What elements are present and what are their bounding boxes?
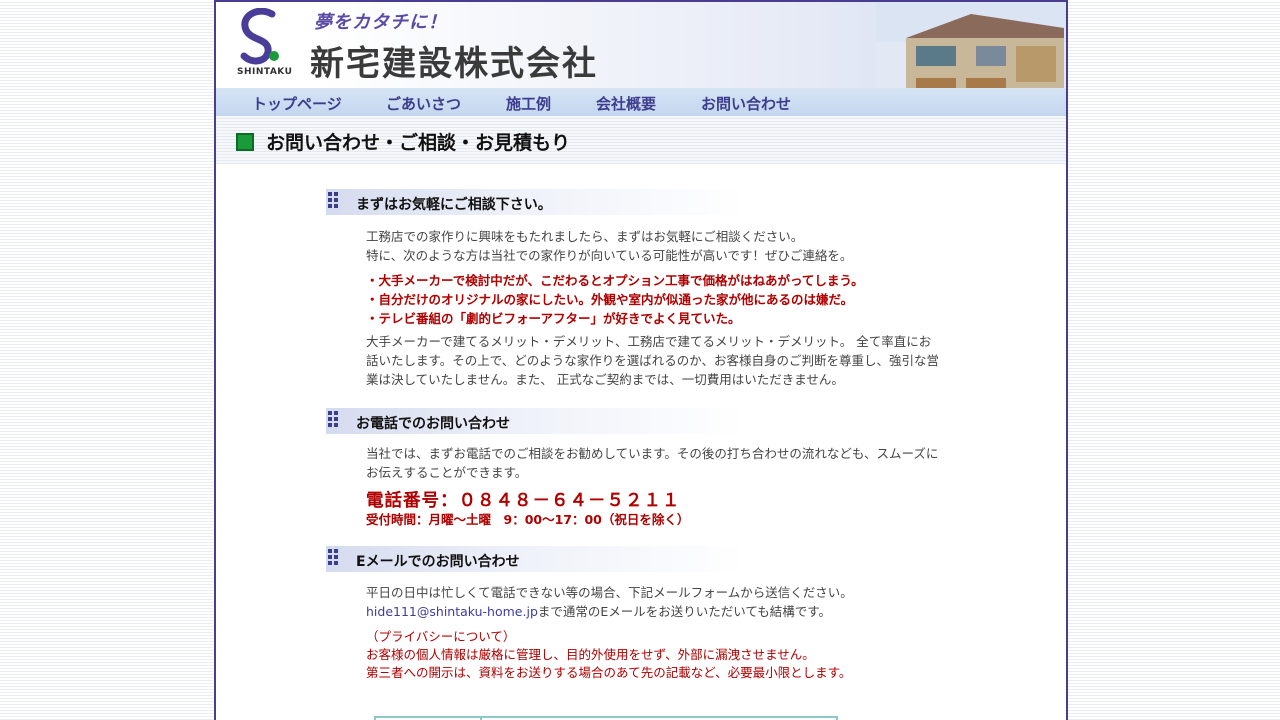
email-body: 平日の日中は忙しくて電話できない等の場合、下記メールフォームから送信ください。 … <box>366 585 853 619</box>
privacy-note: （プライバシーについて） お客様の個人情報は厳格に管理し、目的外使用をせず、外部… <box>366 628 986 682</box>
site-header: SHINTAKU 夢をカタチに！ 新宅建設株式会社 <box>216 0 1066 118</box>
nav-works[interactable]: 施工例 <box>506 93 551 114</box>
email-link[interactable]: hide111@shintaku-home.jp <box>366 604 538 619</box>
bullet-item: ・自分だけのオリジナルの家にしたい。外観や室内が似通った家が他にあるのは嫌だ。 <box>366 292 854 307</box>
logo-text: SHINTAKU <box>237 67 293 77</box>
page-title: お問い合わせ・ご相談・お見積もり <box>266 132 571 154</box>
page-title-bar: お問い合わせ・ご相談・お見積もり <box>216 116 1066 164</box>
main-nav: トップページ ごあいさつ 施工例 会社概要 お問い合わせ <box>216 88 1066 116</box>
page-container: SHINTAKU 夢をカタチに！ 新宅建設株式会社 トップページ ごあいさつ 施… <box>214 0 1068 720</box>
bullet-item: ・テレビ番組の「劇的ビフォーアフター」が好きでよく見ていた。 <box>366 311 741 326</box>
dots-icon <box>328 411 340 431</box>
section-heading-consult: まずはお気軽にご相談下さい。 <box>326 189 746 215</box>
section-title: まずはお気軽にご相談下さい。 <box>356 197 552 213</box>
consult-intro: 工務店での家作りに興味をもたれましたら、まずはお気軽にご相談ください。 特に、次… <box>366 229 853 263</box>
consult-bullets: ・大手メーカーで検討中だが、こだわるとオプション工事で価格がはねあがってしまう。… <box>366 271 976 328</box>
nav-company[interactable]: 会社概要 <box>596 93 656 114</box>
mail-form-table <box>374 716 838 720</box>
nav-contact[interactable]: お問い合わせ <box>701 93 791 114</box>
bullet-item: ・大手メーカーで検討中だが、こだわるとオプション工事で価格がはねあがってしまう。 <box>366 273 864 288</box>
phone-hours: 受付時間：月曜～土曜 9：00～17：00（祝日を除く） <box>366 512 690 527</box>
dots-icon <box>328 549 340 569</box>
section-heading-phone: お電話でのお問い合わせ <box>326 408 746 434</box>
catchphrase: 夢をカタチに！ <box>314 12 447 33</box>
nav-top[interactable]: トップページ <box>252 93 342 114</box>
dots-icon <box>328 192 340 212</box>
company-name: 新宅建設株式会社 <box>310 44 598 84</box>
square-icon <box>236 133 254 151</box>
section-title: お電話でのお問い合わせ <box>356 416 510 432</box>
nav-greeting[interactable]: ごあいさつ <box>386 93 461 114</box>
section-title: Eメールでのお問い合わせ <box>356 554 520 570</box>
consult-body: 大手メーカーで建てるメリット・デメリット、工務店で建てるメリット・デメリット。 … <box>366 334 940 387</box>
section-heading-email: Eメールでのお問い合わせ <box>326 546 746 572</box>
privacy-title: （プライバシーについて） <box>366 629 516 644</box>
phone-body: 当社では、まずお電話でのご相談をお勧めしています。その後の打ち合わせの流れなども… <box>366 446 939 480</box>
